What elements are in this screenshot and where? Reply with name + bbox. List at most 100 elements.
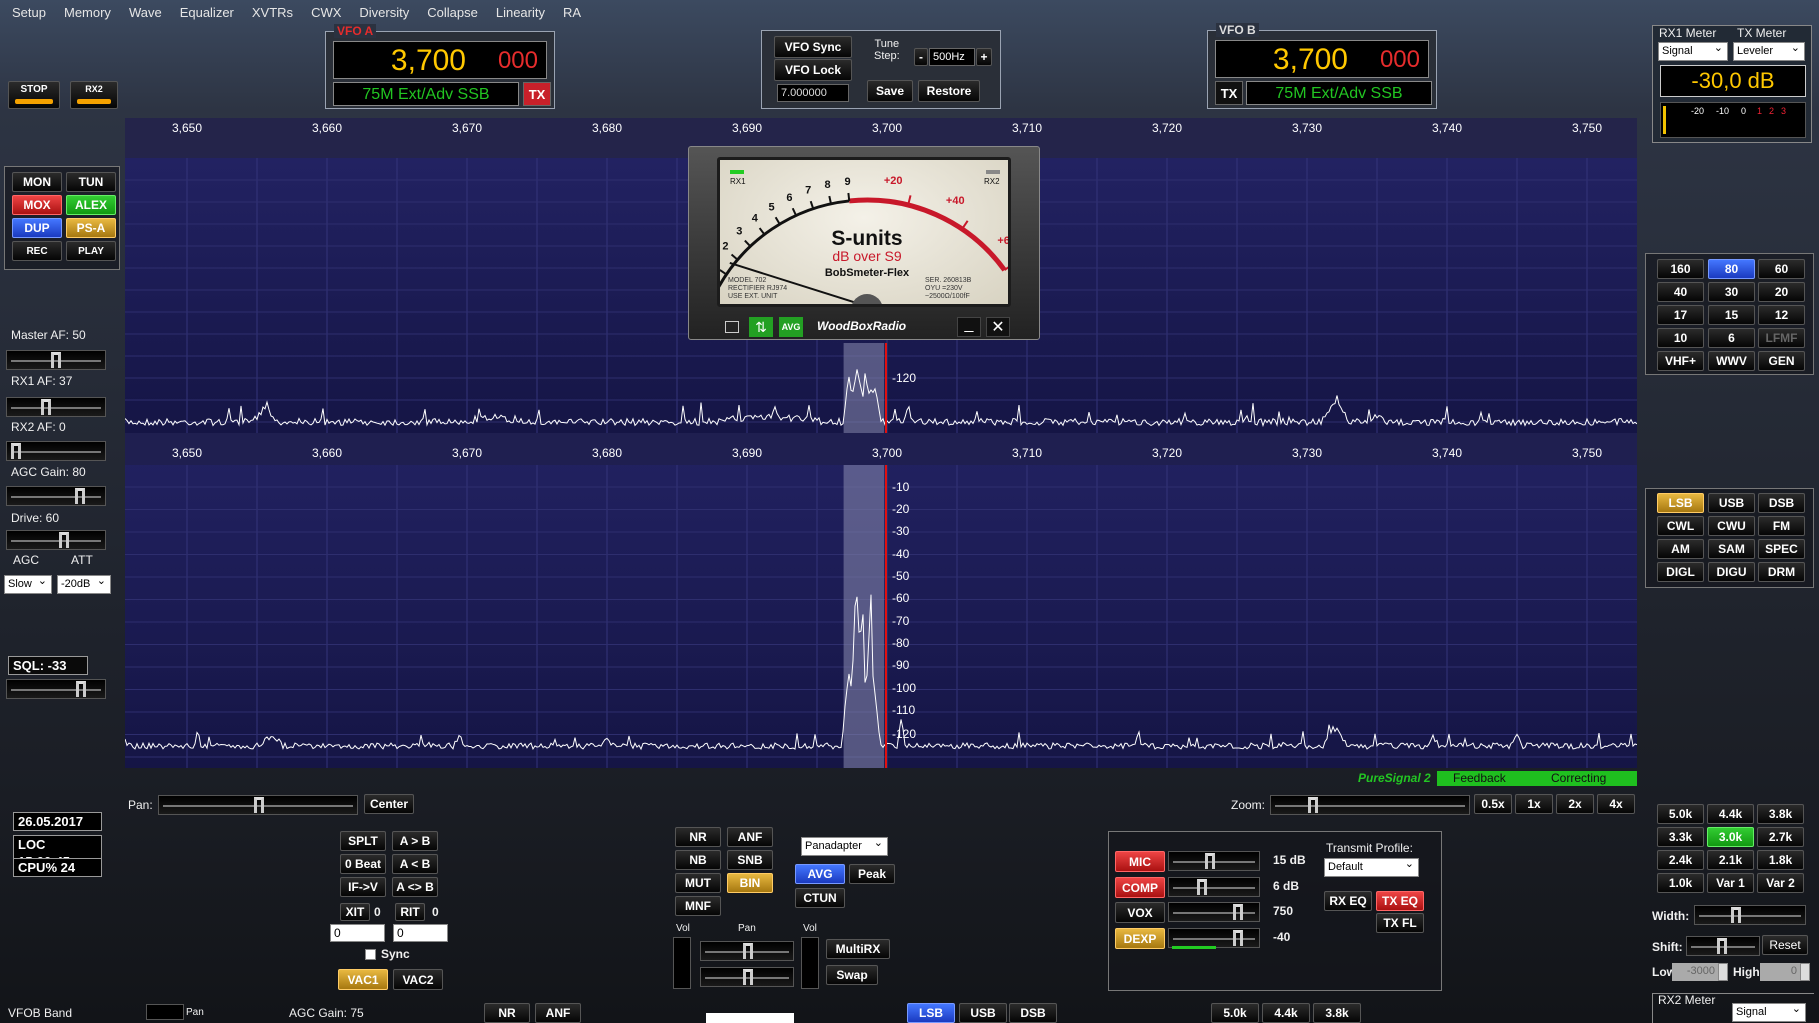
mode-sam-button[interactable]: SAM: [1708, 539, 1755, 559]
dexp-slider[interactable]: [1168, 928, 1260, 948]
bottom-display-select[interactable]: [706, 1013, 794, 1023]
sync-checkbox[interactable]: [365, 949, 376, 960]
multirx-button[interactable]: MultiRX: [826, 939, 890, 959]
anf-button[interactable]: ANF: [727, 827, 773, 847]
swap-button[interactable]: Swap: [826, 965, 878, 985]
peak-button[interactable]: Peak: [849, 864, 895, 884]
agc-select[interactable]: Slow: [4, 573, 52, 594]
s-meter-square-icon[interactable]: [725, 321, 739, 333]
mic-slider[interactable]: [1168, 851, 1260, 871]
tx-fl-button[interactable]: TX FL: [1376, 913, 1424, 933]
bottom-filter-5k-button[interactable]: 5.0k: [1211, 1003, 1259, 1023]
stop-button[interactable]: STOP: [8, 81, 60, 109]
vox-slider[interactable]: [1168, 902, 1260, 922]
mode-digu-button[interactable]: DIGU: [1708, 562, 1755, 582]
rx2-pan-thumb[interactable]: [743, 969, 753, 985]
filter-var-1-button[interactable]: Var 1: [1707, 873, 1754, 893]
dexp-button[interactable]: DEXP: [1115, 928, 1165, 949]
comp-slider-thumb[interactable]: [1197, 879, 1207, 895]
xit-spinbox[interactable]: 0: [330, 924, 385, 942]
alex-button[interactable]: ALEX: [66, 195, 116, 215]
snb-button[interactable]: SNB: [727, 850, 773, 870]
rec-button[interactable]: REC: [12, 241, 62, 261]
reset-button[interactable]: Reset: [1762, 935, 1808, 955]
vox-slider-thumb[interactable]: [1233, 904, 1243, 920]
split-button[interactable]: SPLT: [340, 831, 386, 851]
mode-spec-button[interactable]: SPEC: [1758, 539, 1805, 559]
restore-button[interactable]: Restore: [918, 80, 980, 102]
shift-slider-thumb[interactable]: [1717, 938, 1727, 954]
mode-am-button[interactable]: AM: [1657, 539, 1704, 559]
vox-button[interactable]: VOX: [1115, 902, 1165, 923]
high-spinner[interactable]: [1800, 963, 1810, 981]
mox-button[interactable]: MOX: [12, 195, 62, 215]
rx1-pan-slider[interactable]: [700, 941, 794, 961]
zoom-2x-button[interactable]: 2x: [1556, 794, 1594, 814]
tune-step-value[interactable]: 500Hz: [929, 48, 975, 66]
bottom-usb-button[interactable]: USB: [959, 1003, 1007, 1023]
s-meter-minimize-icon[interactable]: _: [957, 317, 981, 337]
bottom-nr-button[interactable]: NR: [484, 1003, 530, 1023]
filter-2-4k-button[interactable]: 2.4k: [1657, 850, 1704, 870]
filter-var-2-button[interactable]: Var 2: [1757, 873, 1804, 893]
tun-button[interactable]: TUN: [66, 172, 116, 192]
xit-button[interactable]: XIT: [340, 903, 370, 921]
vfo-a-frequency[interactable]: 3,700 000: [333, 41, 547, 79]
display-mode-select[interactable]: Panadapter: [801, 835, 888, 856]
vfo-b-tx-button[interactable]: TX: [1215, 81, 1243, 105]
s-meter-close-icon[interactable]: ✕: [986, 317, 1010, 337]
play-button[interactable]: PLAY: [66, 241, 116, 261]
drive-slider[interactable]: [6, 530, 106, 550]
bottom-filter-3k8-button[interactable]: 3.8k: [1313, 1003, 1361, 1023]
master-af-slider[interactable]: [6, 350, 106, 370]
a-to-b-button[interactable]: A > B: [392, 831, 438, 851]
high-field[interactable]: 0: [1760, 963, 1800, 981]
menu-ra[interactable]: RA: [563, 5, 581, 20]
menu-wave[interactable]: Wave: [129, 5, 162, 20]
band-30-button[interactable]: 30: [1708, 282, 1755, 302]
avg-button[interactable]: AVG: [795, 864, 845, 884]
rit-spinbox[interactable]: 0: [393, 924, 448, 942]
rx2-meter-select[interactable]: Signal: [1732, 1001, 1806, 1022]
filter-1-0k-button[interactable]: 1.0k: [1657, 873, 1704, 893]
comp-slider[interactable]: [1168, 877, 1260, 897]
bottom-lsb-button[interactable]: LSB: [907, 1003, 955, 1023]
mode-usb-button[interactable]: USB: [1708, 493, 1755, 513]
dup-button[interactable]: DUP: [12, 218, 62, 238]
zoom-1x-button[interactable]: 1x: [1515, 794, 1553, 814]
vol2-vertical-slider[interactable]: [801, 937, 819, 989]
bottom-pan-slider[interactable]: [146, 1004, 184, 1020]
filter-5-0k-button[interactable]: 5.0k: [1657, 804, 1704, 824]
band-vhf-button[interactable]: VHF+: [1657, 351, 1704, 371]
filter-3-8k-button[interactable]: 3.8k: [1757, 804, 1804, 824]
sql-slider[interactable]: [6, 679, 106, 699]
rx2-af-slider-thumb[interactable]: [11, 443, 21, 459]
tx-eq-button[interactable]: TX EQ: [1376, 891, 1424, 911]
band-12-button[interactable]: 12: [1758, 305, 1805, 325]
zoom-slider-thumb[interactable]: [1308, 797, 1318, 813]
menu-setup[interactable]: Setup: [12, 5, 46, 20]
b-to-a-button[interactable]: A < B: [392, 854, 438, 874]
band-lfmf-button[interactable]: LFMF: [1758, 328, 1805, 348]
menu-collapse[interactable]: Collapse: [427, 5, 478, 20]
ctun-button[interactable]: CTUN: [795, 888, 845, 908]
sql-slider-thumb[interactable]: [76, 681, 86, 697]
menu-diversity[interactable]: Diversity: [359, 5, 409, 20]
width-slider-thumb[interactable]: [1731, 907, 1741, 923]
filter-2-1k-button[interactable]: 2.1k: [1707, 850, 1754, 870]
mon-button[interactable]: MON: [12, 172, 62, 192]
band-15-button[interactable]: 15: [1708, 305, 1755, 325]
vac1-button[interactable]: VAC1: [338, 969, 388, 990]
filter-2-7k-button[interactable]: 2.7k: [1757, 827, 1804, 847]
pan-slider-thumb[interactable]: [254, 797, 264, 813]
band-17-button[interactable]: 17: [1657, 305, 1704, 325]
comp-button[interactable]: COMP: [1115, 877, 1165, 898]
band-80-button[interactable]: 80: [1708, 259, 1755, 279]
mic-button[interactable]: MIC: [1115, 851, 1165, 872]
menu-xvtrs[interactable]: XVTRs: [252, 5, 293, 20]
agc-gain-slider-thumb[interactable]: [75, 488, 85, 504]
low-field[interactable]: -3000: [1672, 963, 1718, 981]
rx1-pan-thumb[interactable]: [743, 943, 753, 959]
vac2-button[interactable]: VAC2: [393, 969, 443, 990]
vfo-a-tx-button[interactable]: TX: [523, 82, 551, 106]
